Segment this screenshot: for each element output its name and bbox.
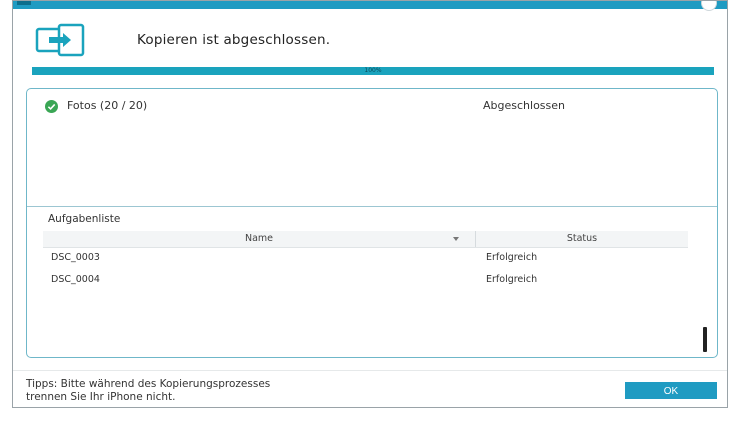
progress-bar: 100% [32, 67, 714, 75]
summary-label: Fotos (20 / 20) [67, 99, 148, 112]
column-header-status[interactable]: Status [476, 231, 688, 247]
task-list-label: Aufgabenliste [48, 213, 121, 225]
close-icon[interactable] [701, 1, 717, 11]
tip-line-2: trennen Sie Ihr iPhone nicht. [26, 391, 176, 403]
tip-line-1: Tipps: Bitte während des Kopierungsproze… [26, 378, 271, 390]
ok-button[interactable]: OK [625, 382, 717, 399]
dialog-title: Kopieren ist abgeschlossen. [137, 32, 331, 48]
app-icon [17, 1, 31, 5]
results-panel: Fotos (20 / 20) Abgeschlossen Aufgabenli… [26, 88, 718, 358]
table-row[interactable]: DSC_0003 Erfolgreich [43, 249, 688, 267]
row-status: Erfolgreich [486, 252, 538, 263]
row-status: Erfolgreich [486, 274, 538, 285]
tip-text: Tipps: Bitte während des Kopierungsproze… [26, 378, 270, 404]
summary-row-photos: Fotos (20 / 20) Abgeschlossen [45, 99, 705, 115]
sort-down-icon[interactable] [453, 237, 459, 241]
copy-complete-dialog: Kopieren ist abgeschlossen. 100% Fotos (… [12, 0, 728, 408]
task-table-header: Name Status [43, 231, 688, 248]
row-name: DSC_0004 [51, 274, 100, 285]
row-name: DSC_0003 [51, 252, 100, 263]
column-header-name[interactable]: Name [43, 231, 475, 247]
table-row[interactable]: DSC_0004 Erfolgreich [43, 271, 688, 289]
progress-label: 100% [364, 67, 382, 74]
footer-divider [13, 370, 727, 371]
check-circle-icon [45, 100, 58, 113]
device-transfer-icon [35, 23, 87, 59]
title-bar [13, 1, 727, 11]
summary-status: Abgeschlossen [483, 99, 565, 112]
scrollbar-thumb[interactable] [703, 327, 707, 352]
panel-divider [27, 206, 717, 207]
